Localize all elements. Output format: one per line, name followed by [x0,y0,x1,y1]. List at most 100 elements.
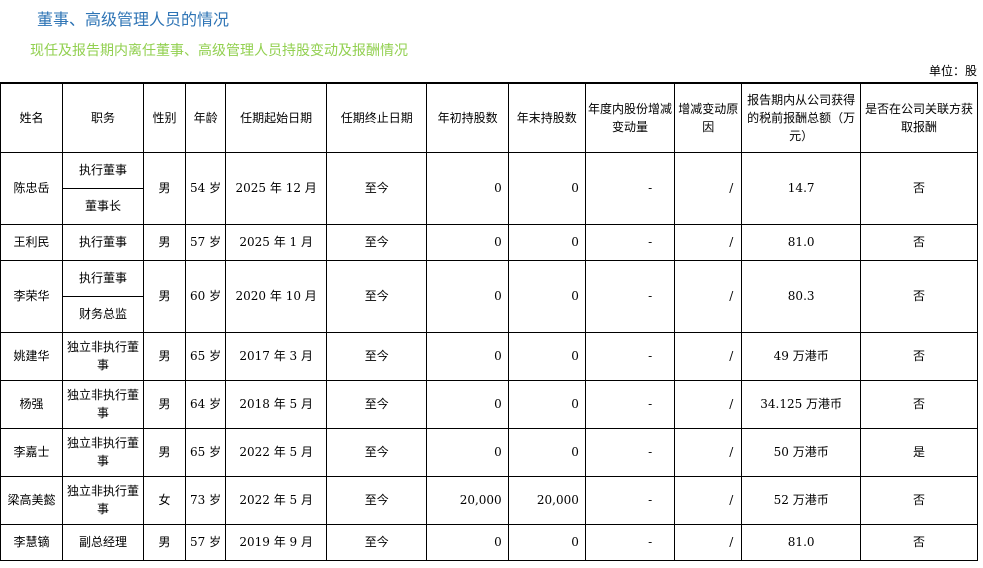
cell-reason: / [674,151,743,225]
cell-end-shares: 0 [507,427,586,477]
cell-role: 执行董事 [61,223,145,261]
cell-pay: 81.0 [741,523,862,561]
cell-related: 是 [860,427,978,477]
cell-begin-shares: 0 [426,223,509,261]
cell-gender: 男 [143,259,186,333]
cell-pay: 81.0 [741,223,862,261]
col-header-role: 职务 [61,82,145,153]
cell-related: 否 [860,151,978,225]
table-row: 杨强 独立非执行董事 男 64 岁 2018 年 5 月 至今 0 0 - / … [0,379,978,429]
cell-age: 57 岁 [184,223,227,261]
cell-pay: 80.3 [741,259,862,333]
cell-change: - [584,259,676,333]
cell-name: 陈忠岳 [0,151,63,225]
col-header-change: 年度内股份增减变动量 [584,82,676,153]
cell-related: 否 [860,523,978,561]
col-header-end: 任期终止日期 [325,82,428,153]
cell-change: - [584,379,676,429]
cell-name: 杨强 [0,379,63,429]
cell-related: 否 [860,379,978,429]
col-header-end-shares: 年末持股数 [507,82,586,153]
cell-role: 财务总监 [61,295,145,333]
cell-age: 54 岁 [184,151,227,225]
cell-related: 否 [860,331,978,381]
cell-end: 至今 [325,331,428,381]
cell-end: 至今 [325,151,428,225]
cell-related: 否 [860,475,978,525]
cell-begin-shares: 0 [426,427,509,477]
cell-gender: 女 [143,475,186,525]
col-header-age: 年龄 [184,82,227,153]
cell-begin-shares: 0 [426,151,509,225]
cell-change: - [584,475,676,525]
cell-gender: 男 [143,151,186,225]
cell-role: 独立非执行董事 [61,475,145,525]
cell-age: 73 岁 [184,475,227,525]
cell-gender: 男 [143,427,186,477]
cell-begin-shares: 0 [426,523,509,561]
cell-pay: 14.7 [741,151,862,225]
cell-end-shares: 20,000 [507,475,586,525]
cell-reason: / [674,223,743,261]
cell-role: 执行董事 [61,259,145,297]
table-row: 姚建华 独立非执行董事 男 65 岁 2017 年 3 月 至今 0 0 - /… [0,331,978,381]
cell-gender: 男 [143,379,186,429]
cell-age: 60 岁 [184,259,227,333]
cell-begin-shares: 20,000 [426,475,509,525]
cell-gender: 男 [143,223,186,261]
col-header-related: 是否在公司关联方获取报酬 [860,82,978,153]
cell-pay: 50 万港币 [741,427,862,477]
cell-end: 至今 [325,475,428,525]
cell-name: 李荣华 [0,259,63,333]
cell-begin-shares: 0 [426,379,509,429]
col-header-start: 任期起始日期 [225,82,327,153]
cell-start: 2025 年 12 月 [225,151,327,225]
directors-table: 姓名 职务 性别 年龄 任期起始日期 任期终止日期 年初持股数 年末持股数 年度… [0,82,978,561]
cell-age: 64 岁 [184,379,227,429]
cell-end: 至今 [325,379,428,429]
cell-name: 姚建华 [0,331,63,381]
cell-end: 至今 [325,523,428,561]
cell-role: 独立非执行董事 [61,379,145,429]
col-header-gender: 性别 [143,82,186,153]
cell-start: 2022 年 5 月 [225,427,327,477]
cell-age: 57 岁 [184,523,227,561]
col-header-reason: 增减变动原因 [674,82,743,153]
section-title: 董事、高级管理人员的情况 [37,10,230,29]
cell-reason: / [674,427,743,477]
cell-reason: / [674,475,743,525]
cell-end-shares: 0 [507,259,586,333]
cell-end-shares: 0 [507,223,586,261]
cell-related: 否 [860,223,978,261]
cell-change: - [584,331,676,381]
table-row: 陈忠岳 执行董事 男 54 岁 2025 年 12 月 至今 0 0 - / 1… [0,151,978,225]
cell-pay: 49 万港币 [741,331,862,381]
cell-change: - [584,223,676,261]
table-row: 梁高美懿 独立非执行董事 女 73 岁 2022 年 5 月 至今 20,000… [0,475,978,525]
cell-end: 至今 [325,259,428,333]
cell-pay: 34.125 万港币 [741,379,862,429]
table-row: 李荣华 执行董事 男 60 岁 2020 年 10 月 至今 0 0 - / 8… [0,259,978,333]
col-header-pay: 报告期内从公司获得的税前报酬总额（万元） [741,82,862,153]
unit-label: 单位：股 [928,64,977,78]
cell-pay: 52 万港币 [741,475,862,525]
cell-reason: / [674,259,743,333]
cell-age: 65 岁 [184,331,227,381]
cell-related: 否 [860,259,978,333]
col-header-name: 姓名 [0,82,63,153]
cell-change: - [584,523,676,561]
cell-gender: 男 [143,523,186,561]
section-subtitle: 现任及报告期内离任董事、高级管理人员持股变动及报酬情况 [30,43,408,59]
cell-role: 独立非执行董事 [61,331,145,381]
col-header-begin-shares: 年初持股数 [426,82,509,153]
cell-start: 2019 年 9 月 [225,523,327,561]
cell-end-shares: 0 [507,523,586,561]
cell-role: 独立非执行董事 [61,427,145,477]
cell-reason: / [674,379,743,429]
cell-name: 梁高美懿 [0,475,63,525]
cell-role: 副总经理 [61,523,145,561]
cell-role: 董事长 [61,187,145,225]
cell-name: 王利民 [0,223,63,261]
cell-start: 2017 年 3 月 [225,331,327,381]
cell-start: 2018 年 5 月 [225,379,327,429]
